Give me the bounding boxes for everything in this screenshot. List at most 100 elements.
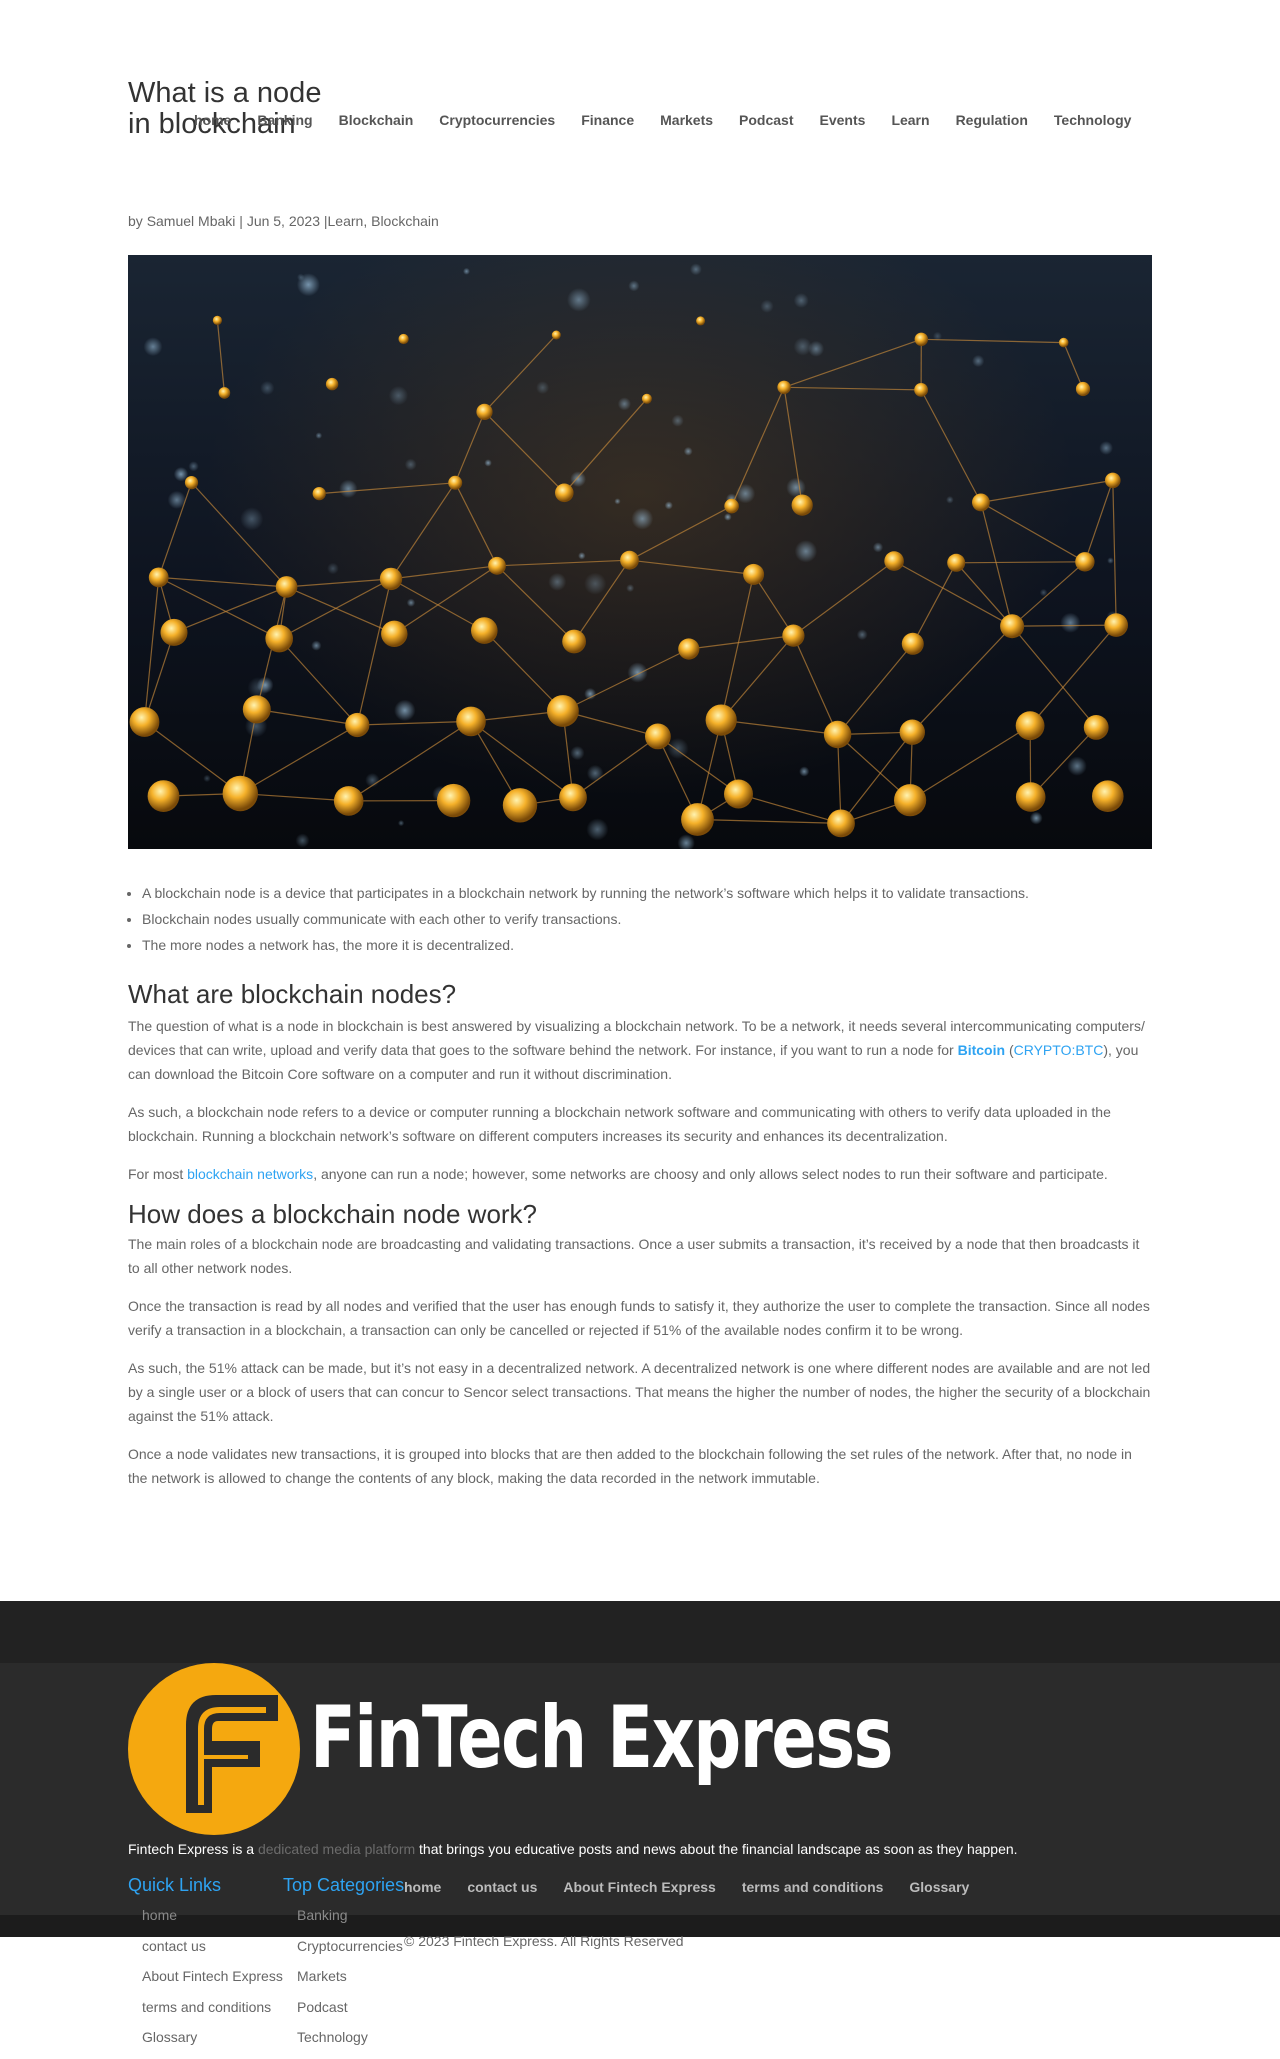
network-node — [218, 387, 231, 399]
network-link — [454, 411, 486, 484]
network-node — [551, 330, 561, 340]
bokeh-dot — [536, 381, 550, 395]
footer-nav-terms[interactable]: terms and conditions — [742, 1877, 884, 1897]
post-date: Jun 5, 2023 — [246, 213, 320, 229]
bokeh-dot — [1067, 756, 1087, 776]
network-node — [724, 498, 739, 514]
list-item: Blockchain nodes usually communicate wit… — [142, 906, 1152, 932]
network-link — [731, 387, 785, 507]
network-link — [1029, 624, 1117, 727]
quick-link-home[interactable]: home — [128, 1900, 283, 1931]
footer-about-text: Fintech Express is a — [128, 1841, 258, 1857]
category-markets[interactable]: Markets — [283, 1961, 403, 1992]
category-link-learn[interactable]: Learn — [328, 213, 364, 229]
network-link — [356, 578, 392, 726]
network-node — [129, 707, 160, 737]
nav-item-learn[interactable]: Learn — [891, 110, 929, 130]
bokeh-dot — [315, 432, 323, 439]
bokeh-dot — [664, 501, 673, 510]
category-technology[interactable]: Technology — [283, 2022, 403, 2053]
author-link[interactable]: Samuel Mbaki — [147, 213, 236, 229]
bokeh-dot — [398, 820, 405, 827]
list-item: A blockchain node is a device that parti… — [142, 880, 1152, 906]
network-node — [1075, 552, 1095, 572]
bokeh-dot — [793, 293, 809, 308]
footer-nav-home[interactable]: home — [404, 1877, 441, 1897]
fintech-express-logo-icon[interactable] — [128, 1663, 300, 1835]
bokeh-dot — [793, 337, 812, 356]
bitcoin-link[interactable]: Bitcoin — [958, 1042, 1005, 1058]
nav-item-blockchain[interactable]: Blockchain — [339, 110, 414, 130]
paragraph: The question of what is a node in blockc… — [128, 1014, 1152, 1086]
bokeh-dot — [567, 288, 591, 312]
network-link — [562, 648, 690, 712]
category-cryptocurrencies[interactable]: Cryptocurrencies — [283, 1931, 403, 1962]
quick-links-title: Quick Links — [128, 1875, 222, 1895]
crypto-btc-link[interactable]: CRYPTO:BTC — [1014, 1042, 1104, 1058]
network-link — [1063, 342, 1084, 390]
bokeh-dot — [1107, 557, 1114, 564]
footer-nav-about[interactable]: About Fintech Express — [563, 1877, 715, 1897]
network-node — [823, 720, 852, 749]
bokeh-dot — [856, 629, 868, 641]
network-link — [572, 735, 659, 798]
quick-links-list: home contact us About Fintech Express te… — [128, 1900, 283, 2053]
category-banking[interactable]: Banking — [283, 1900, 403, 1931]
nav-item-finance[interactable]: Finance — [581, 110, 634, 130]
bokeh-dot — [586, 818, 609, 841]
site-header: What is a node in blockchain home Bankin… — [0, 0, 1280, 230]
media-platform-link[interactable]: dedicated media platform — [258, 1841, 415, 1857]
quick-link-terms[interactable]: terms and conditions — [128, 1992, 283, 2023]
network-link — [720, 574, 755, 721]
nav-item-markets[interactable]: Markets — [660, 110, 713, 130]
network-node — [777, 380, 791, 394]
network-node — [678, 638, 700, 660]
network-link — [483, 630, 564, 712]
category-link-blockchain[interactable]: Blockchain — [371, 213, 439, 229]
network-link — [390, 482, 456, 580]
blockchain-networks-link[interactable]: blockchain networks — [187, 1166, 313, 1182]
nav-item-technology[interactable]: Technology — [1054, 110, 1132, 130]
nav-item-events[interactable]: Events — [820, 110, 866, 130]
network-link — [792, 635, 839, 735]
footer-top-band — [0, 1601, 1280, 1663]
network-link — [256, 708, 358, 726]
list-item: The more nodes a network has, the more i… — [142, 932, 1152, 958]
quick-link-glossary[interactable]: Glossary — [128, 2022, 283, 2053]
network-link — [1011, 625, 1097, 728]
footer-nav-glossary[interactable]: Glossary — [909, 1877, 969, 1897]
network-link — [454, 482, 498, 567]
paragraph-text: For most — [128, 1166, 188, 1182]
bokeh-dot — [631, 507, 654, 530]
network-node — [724, 779, 753, 809]
network-link — [956, 561, 1085, 564]
network-link — [216, 320, 225, 393]
quick-link-contact[interactable]: contact us — [128, 1931, 283, 1962]
network-link — [191, 482, 288, 588]
bokeh-dot — [311, 640, 322, 651]
network-link — [496, 559, 630, 567]
paragraph: As such, a blockchain node refers to a d… — [128, 1104, 1111, 1144]
quick-link-about[interactable]: About Fintech Express — [128, 1961, 283, 1992]
network-node — [398, 333, 409, 345]
network-link — [688, 635, 794, 650]
network-link — [721, 719, 838, 736]
network-link — [697, 818, 842, 824]
bokeh-dot — [484, 459, 492, 467]
bokeh-dot — [683, 446, 693, 456]
nav-item-cryptocurrencies[interactable]: Cryptocurrencies — [439, 110, 555, 130]
bokeh-dot — [735, 483, 756, 504]
bokeh-dot — [946, 496, 954, 504]
network-link — [484, 411, 565, 494]
network-node — [620, 550, 639, 570]
bokeh-dot — [760, 299, 774, 313]
main-nav: home Banking Blockchain Cryptocurrencies… — [194, 110, 1157, 130]
nav-item-regulation[interactable]: Regulation — [956, 110, 1028, 130]
nav-item-podcast[interactable]: Podcast — [739, 110, 793, 130]
network-node — [641, 393, 652, 404]
paragraph: Once the transaction is read by all node… — [128, 1298, 1150, 1338]
category-podcast[interactable]: Podcast — [283, 1992, 403, 2023]
nav-item-banking[interactable]: Banking — [257, 110, 312, 130]
footer-nav-contact[interactable]: contact us — [467, 1877, 537, 1897]
nav-item-home[interactable]: home — [194, 110, 231, 130]
